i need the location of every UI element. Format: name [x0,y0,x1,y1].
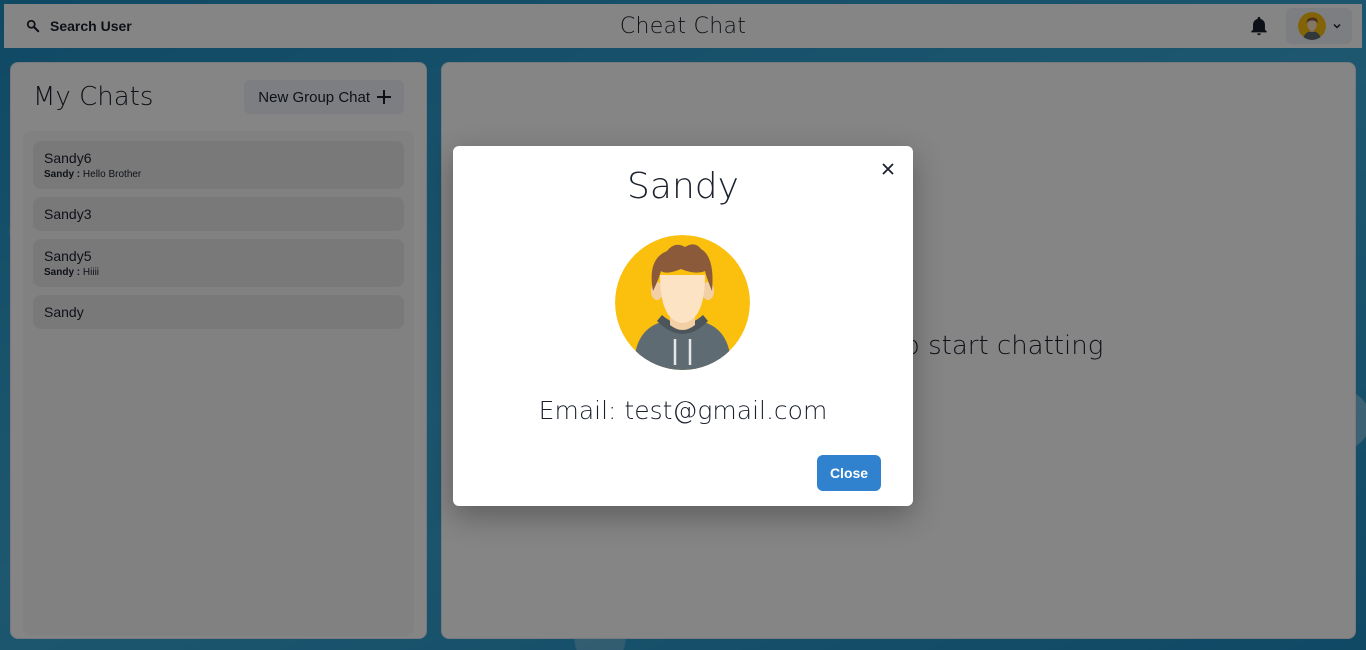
profile-name: Sandy [627,166,739,207]
profile-email: Email: test@gmail.com [538,396,828,425]
profile-modal: Sandy Email: test@gmail.com Close [453,146,913,506]
close-button[interactable]: Close [817,455,881,491]
profile-avatar [615,235,750,370]
